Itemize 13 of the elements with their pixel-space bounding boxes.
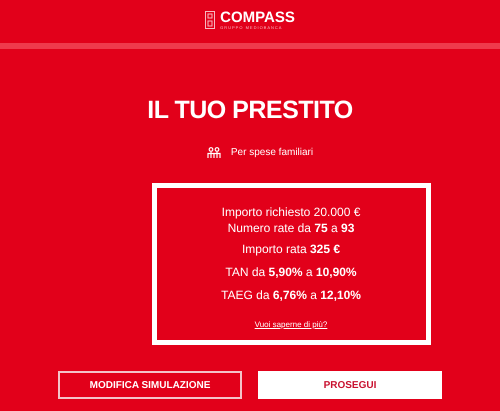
loan-purpose: Per spese familiari	[230, 146, 314, 160]
summary-line: Numero rate da 75 a 93	[228, 220, 354, 236]
page-title: IL TUO PRESTITO	[147, 98, 353, 123]
summary-line: Importo rata 325 €	[242, 241, 340, 257]
summary-line: Importo richiesto 20.000 €	[222, 204, 360, 220]
more-info-link[interactable]: Vuoi saperne di più?	[254, 319, 328, 331]
family-icon	[206, 146, 221, 158]
brand-name: COMPASS	[220, 10, 295, 25]
logo-icon	[205, 11, 216, 29]
continue-button[interactable]: PROSEGUI	[258, 371, 442, 399]
edit-simulation-button[interactable]: MODIFICA SIMULAZIONE	[58, 371, 242, 399]
summary-line: TAEG da 6,76% a 12,10%	[221, 287, 361, 303]
summary-line: TAN da 5,90% a 10,90%	[225, 264, 357, 280]
